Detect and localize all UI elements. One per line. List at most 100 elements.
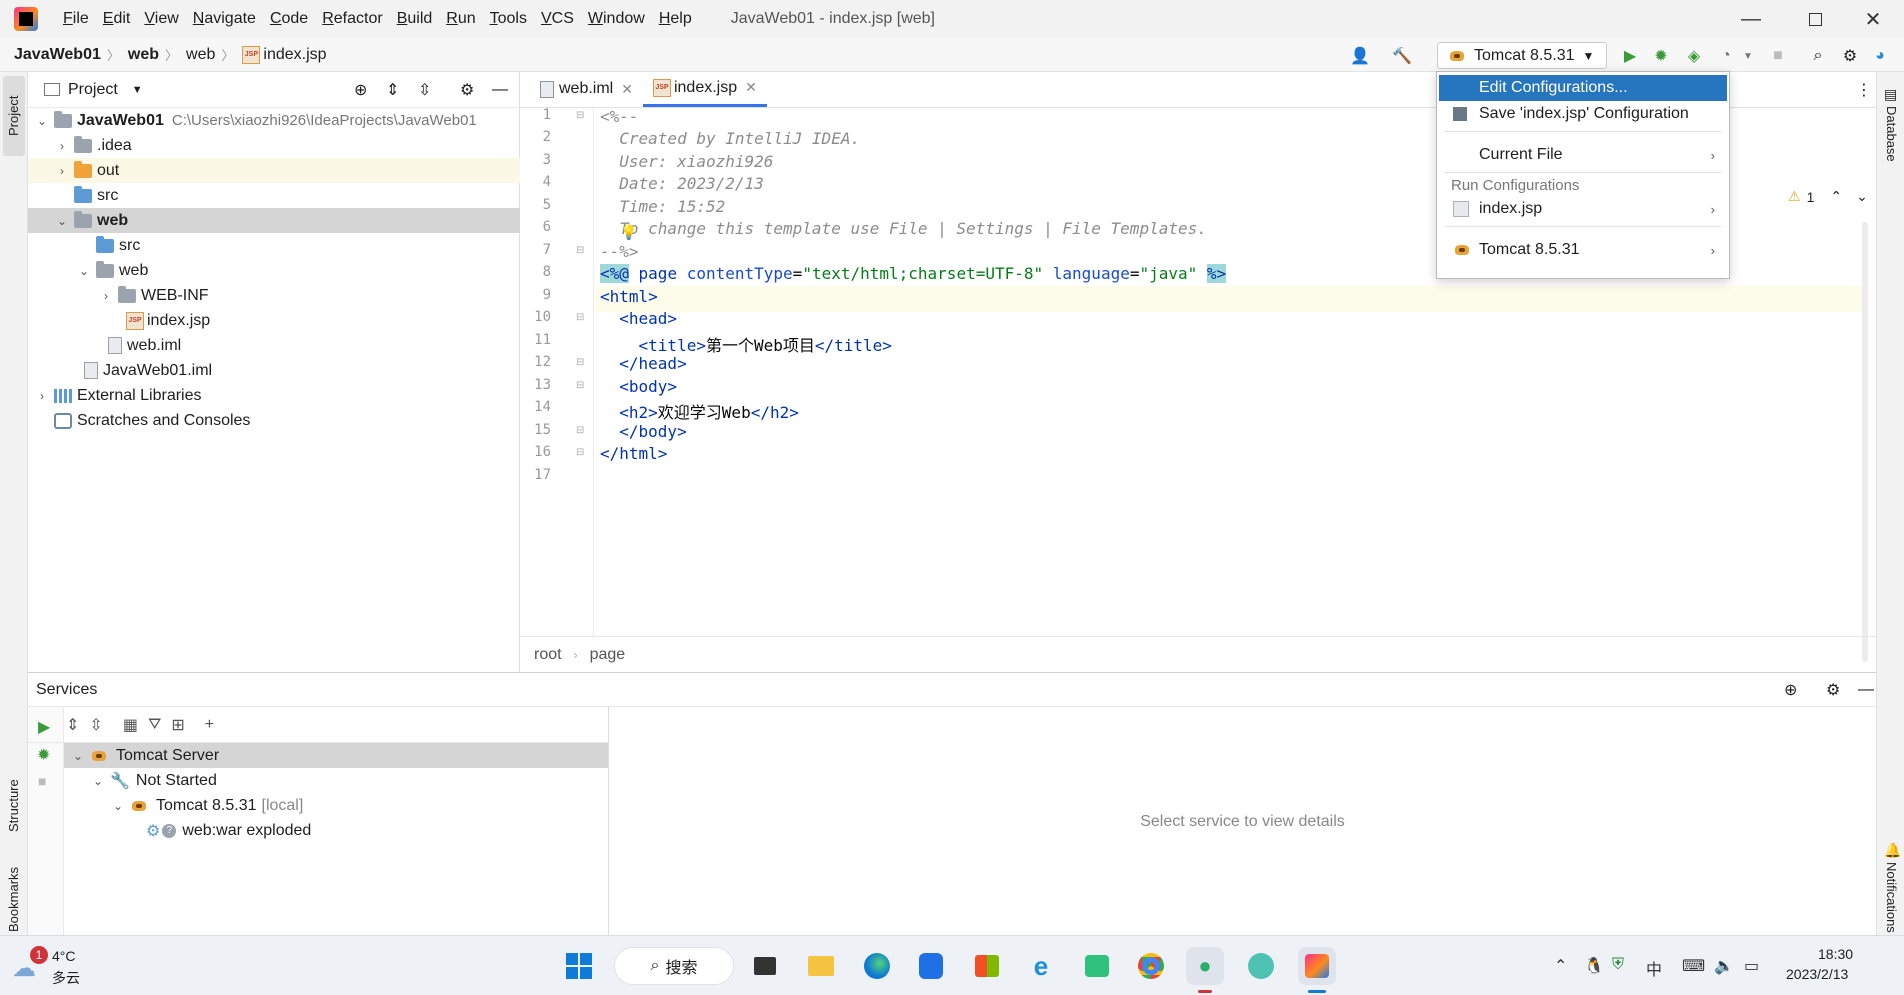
tree-item-web-iml[interactable]: web.iml — [28, 333, 520, 358]
menu-code[interactable]: Code — [263, 0, 315, 38]
fold-icon[interactable]: ⊟ — [576, 447, 584, 458]
filter-icon[interactable]: ⛛ — [148, 716, 161, 734]
tree-item-web-src[interactable]: src — [28, 233, 520, 258]
gear-icon[interactable]: ⚙ — [1826, 680, 1840, 700]
fold-icon[interactable]: ⊟ — [576, 380, 584, 391]
menu-help[interactable]: Help — [652, 0, 699, 38]
search-icon[interactable]: ⌕ — [1808, 46, 1828, 66]
gear-icon[interactable]: ⚙ — [1840, 46, 1860, 66]
save-configuration-item[interactable]: Save 'index.jsp' Configuration — [1439, 101, 1727, 127]
file-explorer-button[interactable] — [802, 947, 840, 985]
fold-icon[interactable]: ⊟ — [576, 245, 584, 256]
menu-view[interactable]: View — [137, 0, 185, 38]
weather-widget[interactable]: ☁ 1 4°C 多云 — [12, 944, 112, 988]
chevron-right-icon[interactable]: › — [98, 289, 114, 303]
ie-button[interactable]: e — [1022, 947, 1060, 985]
debug-icon[interactable]: ✹ — [37, 745, 50, 765]
service-artifact[interactable]: ⚙ ? web:war exploded — [64, 818, 608, 843]
notifications-tool-label[interactable]: Notifications — [1884, 862, 1899, 933]
maximize-button[interactable] — [1788, 0, 1842, 38]
chevron-right-icon[interactable]: › — [54, 139, 70, 153]
coverage-icon[interactable]: ◈ — [1684, 46, 1704, 66]
menu-edit[interactable]: Edit — [96, 0, 138, 38]
network-icon[interactable]: ⌨ — [1682, 956, 1705, 976]
tree-item-index-jsp[interactable]: JSP index.jsp — [28, 308, 520, 333]
wechat-button[interactable]: ● — [1186, 947, 1224, 985]
clock-time[interactable]: 18:30 — [1818, 946, 1853, 962]
breadcrumb-folder[interactable]: web — [186, 46, 215, 64]
intention-bulb-icon[interactable]: 💡 — [620, 224, 637, 241]
chevron-down-icon[interactable]: ⌄ — [54, 214, 70, 228]
menu-build[interactable]: Build — [390, 0, 440, 38]
notifications-icon[interactable]: 🔔 — [1884, 842, 1901, 859]
tomcat-config-item[interactable]: Tomcat 8.5.31 › — [1439, 237, 1727, 263]
service-not-started[interactable]: ⌄ 🔧 Not Started — [64, 768, 608, 793]
editor-scrollbar[interactable] — [1862, 222, 1868, 662]
chevron-down-icon[interactable]: ▼ — [1738, 46, 1758, 66]
app-button-blue[interactable] — [912, 947, 950, 985]
project-tool-window-button[interactable]: Project — [3, 76, 25, 156]
close-tab-icon[interactable]: ✕ — [745, 79, 757, 96]
run-icon[interactable]: ▶ — [1620, 46, 1640, 66]
chevron-up-icon[interactable]: ⌃ — [1830, 188, 1842, 205]
debug-icon[interactable]: ✹ — [1651, 46, 1671, 66]
menu-tools[interactable]: Tools — [483, 0, 534, 38]
tree-item-web-module[interactable]: ⌄ web — [28, 208, 520, 233]
new-group-icon[interactable]: ⊞ — [171, 715, 184, 735]
profile-icon[interactable]: ◔ — [1716, 46, 1736, 66]
more-tabs-icon[interactable]: ⋮ — [1856, 80, 1872, 100]
menu-window[interactable]: Window — [581, 0, 652, 38]
tree-item-web-folder[interactable]: ⌄ web — [28, 258, 520, 283]
chrome-button[interactable] — [1132, 947, 1170, 985]
chevron-down-icon[interactable]: ▼ — [132, 84, 143, 96]
chevron-down-icon[interactable]: ⌄ — [90, 774, 106, 788]
menu-run[interactable]: Run — [439, 0, 482, 38]
hide-icon[interactable]: — — [1858, 681, 1874, 699]
tree-item-web-inf[interactable]: › WEB-INF — [28, 283, 520, 308]
fold-icon[interactable]: ⊟ — [576, 312, 584, 323]
fold-icon[interactable]: ⊟ — [576, 357, 584, 368]
microsoft-store-button[interactable] — [968, 947, 1006, 985]
breadcrumb-file[interactable]: index.jsp — [263, 46, 326, 64]
run-configuration-selector[interactable]: Tomcat 8.5.31 ▼ — [1437, 42, 1607, 69]
fold-icon[interactable]: ⊟ — [576, 425, 584, 436]
chevron-up-icon[interactable]: ⌃ — [1554, 956, 1567, 976]
chevron-down-icon[interactable]: ⌄ — [76, 264, 92, 278]
collapse-all-icon[interactable]: ⇳ — [418, 80, 431, 100]
expand-all-icon[interactable]: ⇕ — [386, 80, 399, 100]
locate-icon[interactable]: ⊕ — [354, 80, 367, 100]
tree-item-project-iml[interactable]: JavaWeb01.iml — [28, 358, 520, 383]
tab-web-iml[interactable]: web.iml ✕ — [530, 71, 643, 107]
intellij-logo-icon[interactable] — [14, 7, 38, 31]
stop-icon[interactable]: ■ — [1768, 46, 1788, 66]
task-view-button[interactable] — [746, 947, 784, 985]
start-button[interactable] — [560, 947, 598, 985]
index-jsp-config-item[interactable]: index.jsp › — [1439, 196, 1727, 222]
current-file-item[interactable]: Current File › — [1439, 142, 1727, 168]
editor-breadcrumb-page[interactable]: page — [590, 646, 626, 664]
app-button-green[interactable] — [1078, 947, 1116, 985]
vcs-user-icon[interactable]: 👤 — [1350, 46, 1370, 66]
chevron-down-icon[interactable]: ⌄ — [110, 799, 126, 813]
database-tool-label[interactable]: Database — [1884, 106, 1899, 162]
project-view-title[interactable]: Project — [68, 81, 118, 99]
app-button-avatar[interactable] — [1242, 947, 1280, 985]
add-service-icon[interactable]: + — [205, 716, 214, 734]
chevron-down-icon[interactable]: ⌄ — [70, 749, 86, 763]
menu-refactor[interactable]: Refactor — [315, 0, 389, 38]
battery-icon[interactable]: ▭ — [1744, 956, 1759, 976]
chevron-right-icon[interactable]: › — [34, 389, 50, 403]
gear-icon[interactable]: ⚙ — [460, 80, 474, 100]
breadcrumb-project[interactable]: JavaWeb01 — [14, 46, 101, 64]
chevron-right-icon[interactable]: › — [54, 164, 70, 178]
stop-icon[interactable]: ■ — [38, 773, 46, 789]
jetbrains-toolbox-icon[interactable]: ◕ — [1870, 46, 1890, 66]
fold-icon[interactable]: ⊟ — [576, 110, 584, 121]
tree-item-idea[interactable]: › .idea — [28, 133, 520, 158]
service-tomcat-instance[interactable]: ⌄ Tomcat 8.5.31 [local] — [64, 793, 608, 818]
minimize-button[interactable]: — — [1724, 0, 1778, 38]
clock-date[interactable]: 2023/2/13 — [1786, 966, 1848, 982]
volume-muted-icon[interactable]: 🔈 — [1714, 956, 1734, 976]
tab-index-jsp[interactable]: JSP index.jsp ✕ — [642, 71, 767, 107]
intellij-taskbar-button[interactable] — [1298, 947, 1336, 985]
